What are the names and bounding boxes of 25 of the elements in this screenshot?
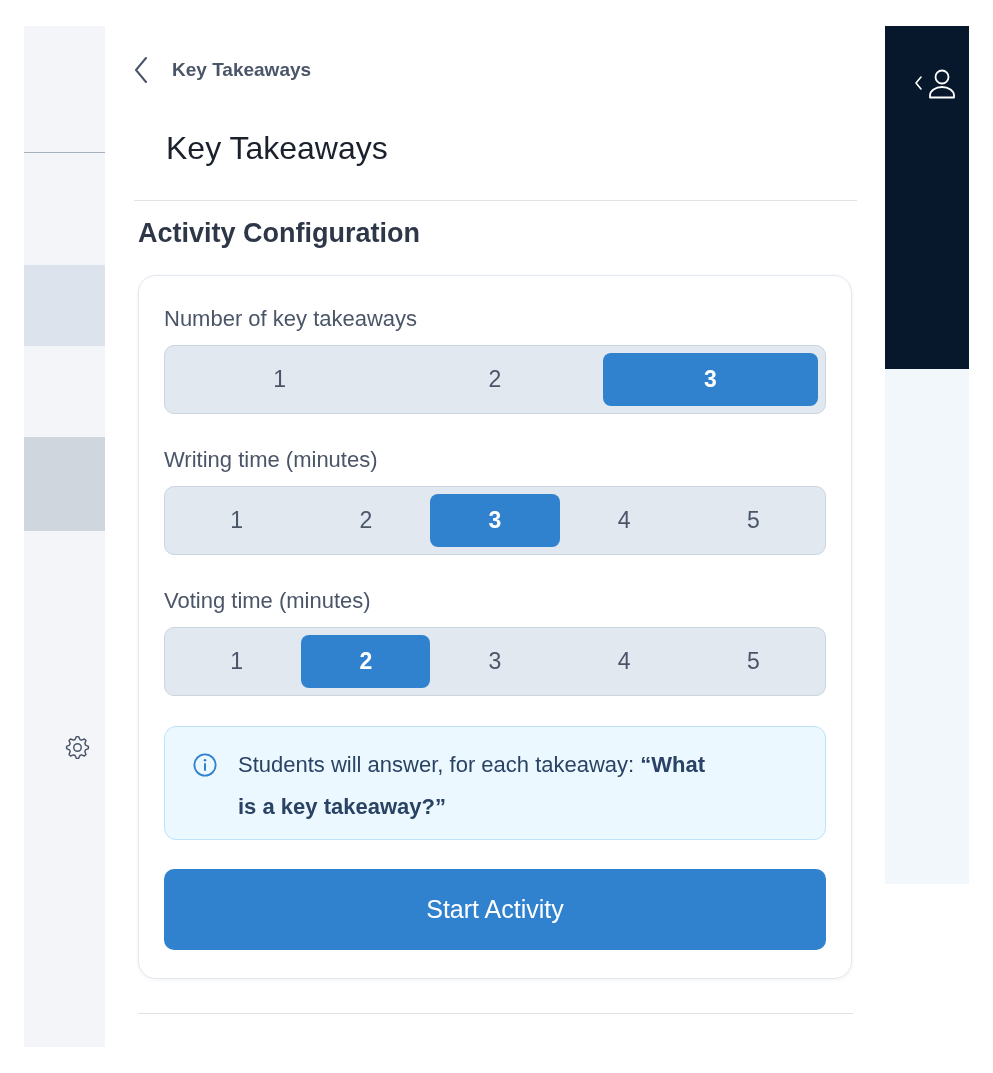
segment-option[interactable]: 2	[301, 494, 431, 547]
segment-option[interactable]: 5	[688, 635, 818, 688]
back-link[interactable]: Key Takeaways	[134, 55, 312, 85]
segment-option[interactable]: 2	[387, 353, 603, 406]
chevron-user-icon[interactable]	[914, 69, 958, 99]
segment-option[interactable]: 1	[172, 494, 302, 547]
chevron-left-icon	[134, 57, 148, 83]
segment-option[interactable]: 3	[602, 353, 818, 406]
segment-option[interactable]: 3	[430, 635, 560, 688]
start-activity-button[interactable]: Start Activity	[164, 869, 826, 950]
segment-option[interactable]: 3	[430, 494, 560, 547]
info-icon	[193, 753, 217, 777]
segment-option[interactable]: 4	[559, 635, 689, 688]
segment-option[interactable]: 4	[559, 494, 689, 547]
segment-option[interactable]: 2	[301, 635, 431, 688]
section-title: Activity Configuration	[137, 217, 421, 250]
settings-icon[interactable]	[65, 735, 90, 760]
segment-option[interactable]: 1	[172, 353, 388, 406]
setting-label: Voting time (minutes)	[164, 587, 372, 615]
info-text: Students will answer, for each takeaway: “What is a key takeaway?”	[238, 751, 707, 821]
setting-label: Writing time (minutes)	[164, 446, 379, 474]
page-title: Key Takeaways	[165, 129, 389, 168]
segment-option[interactable]: 1	[172, 635, 302, 688]
setting-label: Number of key takeaways	[164, 305, 419, 333]
segment-option[interactable]: 5	[688, 494, 818, 547]
